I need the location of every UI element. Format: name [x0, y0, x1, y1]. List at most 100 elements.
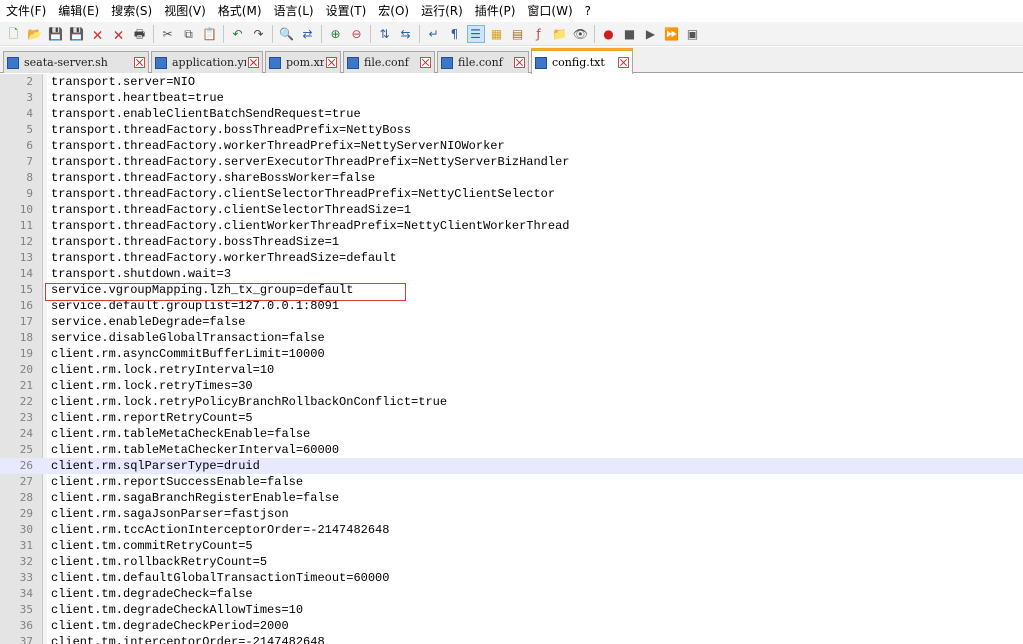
- code-line[interactable]: 18 service.disableGlobalTransaction=false: [0, 330, 1023, 346]
- code-line[interactable]: 7 transport.threadFactory.serverExecutorT…: [0, 154, 1023, 170]
- menu-item-6[interactable]: 设置(T): [320, 0, 373, 22]
- menu-item-5[interactable]: 语言(L): [268, 0, 320, 22]
- code-line[interactable]: 19 client.rm.asyncCommitBufferLimit=10000: [0, 346, 1023, 362]
- line-number: 11: [19, 219, 33, 232]
- code-line[interactable]: 33 client.tm.defaultGlobalTransactionTime…: [0, 570, 1023, 586]
- record-macro-button[interactable]: ●: [601, 26, 617, 42]
- menu-item-10[interactable]: 窗口(W): [521, 0, 578, 22]
- redo-button[interactable]: ↷: [251, 26, 267, 42]
- menu-item-3[interactable]: 视图(V): [158, 0, 212, 22]
- code-line[interactable]: 2 transport.server=NIO: [0, 74, 1023, 90]
- new-file-button[interactable]: 🗋: [6, 26, 22, 42]
- tab-4[interactable]: file.conf: [437, 51, 529, 73]
- undo-button[interactable]: ↶: [230, 26, 246, 42]
- code-line[interactable]: 24 client.rm.tableMetaCheckEnable=false: [0, 426, 1023, 442]
- open-file-button[interactable]: 📂: [27, 26, 43, 42]
- code-line[interactable]: 15 service.vgroupMapping.lzh_tx_group=def…: [0, 282, 1023, 298]
- code-line[interactable]: 6 transport.threadFactory.workerThreadPre…: [0, 138, 1023, 154]
- indent-guide-button[interactable]: ☰: [466, 24, 485, 43]
- copy-button[interactable]: ⧉: [181, 26, 197, 42]
- line-number: 10: [19, 203, 33, 216]
- code-line[interactable]: 11 transport.threadFactory.clientWorkerTh…: [0, 218, 1023, 234]
- code-line[interactable]: 4 transport.enableClientBatchSendRequest=…: [0, 106, 1023, 122]
- paste-button[interactable]: 📋: [202, 26, 218, 42]
- user-language-button[interactable]: ▦: [489, 26, 505, 42]
- line-text: transport.threadFactory.clientSelectorTh…: [51, 187, 556, 201]
- run-macro-multiple-button[interactable]: ⏩: [664, 26, 680, 42]
- sync-horizontal-button[interactable]: ⇆: [398, 26, 414, 42]
- editor[interactable]: 2 transport.server=NIO 3 transport.heartbea…: [0, 74, 1023, 644]
- code-line[interactable]: 17 service.enableDegrade=false: [0, 314, 1023, 330]
- line-number: 14: [19, 267, 33, 280]
- menu-item-2[interactable]: 搜索(S): [105, 0, 158, 22]
- code-line[interactable]: 29 client.rm.sagaJsonParser=fastjson: [0, 506, 1023, 522]
- code-line[interactable]: 30 client.rm.tccActionInterceptorOrder=-2…: [0, 522, 1023, 538]
- tab-1[interactable]: application.yml: [151, 51, 263, 73]
- code-line[interactable]: 20 client.rm.lock.retryInterval=10: [0, 362, 1023, 378]
- code-line[interactable]: 12 transport.threadFactory.bossThreadSize…: [0, 234, 1023, 250]
- code-line[interactable]: 13 transport.threadFactory.workerThreadSi…: [0, 250, 1023, 266]
- replace-button[interactable]: ⇄: [300, 26, 316, 42]
- current-line[interactable]: 26 client.rm.sqlParserType=druid: [0, 458, 1023, 474]
- play-macro-button[interactable]: ▶: [643, 26, 659, 42]
- tab-0[interactable]: seata-server.sh: [3, 51, 149, 73]
- line-text: transport.threadFactory.workerThreadPref…: [51, 139, 505, 153]
- code-line[interactable]: 5 transport.threadFactory.bossThreadPrefi…: [0, 122, 1023, 138]
- line-text: service.default.grouplist=127.0.0.1:8091: [51, 299, 340, 313]
- menu-item-9[interactable]: 插件(P): [469, 0, 522, 22]
- close-all-button[interactable]: 🗙: [111, 26, 127, 42]
- code-line[interactable]: 3 transport.heartbeat=true: [0, 90, 1023, 106]
- menu-item-7[interactable]: 宏(O): [372, 0, 415, 22]
- code-line[interactable]: 22 client.rm.lock.retryPolicyBranchRollba…: [0, 394, 1023, 410]
- save-all-button[interactable]: 💾: [69, 26, 85, 42]
- menu-item-1[interactable]: 编辑(E): [52, 0, 105, 22]
- sync-vertical-button[interactable]: ⇅: [377, 26, 393, 42]
- close-tab-icon[interactable]: [618, 57, 629, 68]
- zoom-in-button[interactable]: ⊕: [328, 26, 344, 42]
- print-button[interactable]: 🖶: [132, 26, 148, 42]
- code-line[interactable]: 21 client.rm.lock.retryTimes=30: [0, 378, 1023, 394]
- function-list-button[interactable]: ƒ: [531, 26, 547, 42]
- find-button[interactable]: 🔍: [279, 26, 295, 42]
- code-line[interactable]: 23 client.rm.reportRetryCount=5: [0, 410, 1023, 426]
- code-line[interactable]: 34 client.tm.degradeCheck=false: [0, 586, 1023, 602]
- document-map-button[interactable]: ▤: [510, 26, 526, 42]
- cut-button[interactable]: ✂: [160, 26, 176, 42]
- close-tab-icon[interactable]: [326, 57, 337, 68]
- close-tab-icon[interactable]: [514, 57, 525, 68]
- tab-2[interactable]: pom.xml: [265, 51, 341, 73]
- code-line[interactable]: 27 client.rm.reportSuccessEnable=false: [0, 474, 1023, 490]
- code-line[interactable]: 31 client.tm.commitRetryCount=5: [0, 538, 1023, 554]
- code-line[interactable]: 35 client.tm.degradeCheckAllowTimes=10: [0, 602, 1023, 618]
- folder-workspace-button[interactable]: 📁: [552, 26, 568, 42]
- word-wrap-button[interactable]: ↵: [426, 26, 442, 42]
- menu-item-11[interactable]: ?: [579, 0, 597, 22]
- stop-macro-button[interactable]: ■: [622, 26, 638, 42]
- zoom-out-button[interactable]: ⊖: [349, 26, 365, 42]
- code-line[interactable]: 32 client.tm.rollbackRetryCount=5: [0, 554, 1023, 570]
- close-file-button[interactable]: 🗙: [90, 26, 106, 42]
- save-macro-button[interactable]: ▣: [685, 26, 701, 42]
- close-tab-icon[interactable]: [420, 57, 431, 68]
- close-tab-icon[interactable]: [134, 57, 145, 68]
- close-tab-icon[interactable]: [248, 57, 259, 68]
- code-line[interactable]: 37 client.tm.interceptorOrder=-2147482648: [0, 634, 1023, 644]
- code-line[interactable]: 28 client.rm.sagaBranchRegisterEnable=fal…: [0, 490, 1023, 506]
- code-line[interactable]: 14 transport.shutdown.wait=3: [0, 266, 1023, 282]
- code-line[interactable]: 36 client.tm.degradeCheckPeriod=2000: [0, 618, 1023, 634]
- code-line[interactable]: 25 client.rm.tableMetaCheckerInterval=600…: [0, 442, 1023, 458]
- save-button[interactable]: 💾: [48, 26, 64, 42]
- tab-5[interactable]: config.txt: [531, 48, 633, 74]
- code-line[interactable]: 16 service.default.grouplist=127.0.0.1:80…: [0, 298, 1023, 314]
- code-line[interactable]: 10 transport.threadFactory.clientSelector…: [0, 202, 1023, 218]
- monitoring-button[interactable]: 👁: [573, 26, 589, 42]
- menu-item-0[interactable]: 文件(F): [0, 0, 52, 22]
- tab-3[interactable]: file.conf: [343, 51, 435, 73]
- show-all-chars-button[interactable]: ¶: [447, 26, 463, 42]
- menu-item-8[interactable]: 运行(R): [415, 0, 469, 22]
- new-file-icon: 🗋: [8, 26, 19, 41]
- line-number: 6: [26, 139, 33, 152]
- code-line[interactable]: 9 transport.threadFactory.clientSelectorT…: [0, 186, 1023, 202]
- menu-item-4[interactable]: 格式(M): [212, 0, 268, 22]
- code-line[interactable]: 8 transport.threadFactory.shareBossWorker…: [0, 170, 1023, 186]
